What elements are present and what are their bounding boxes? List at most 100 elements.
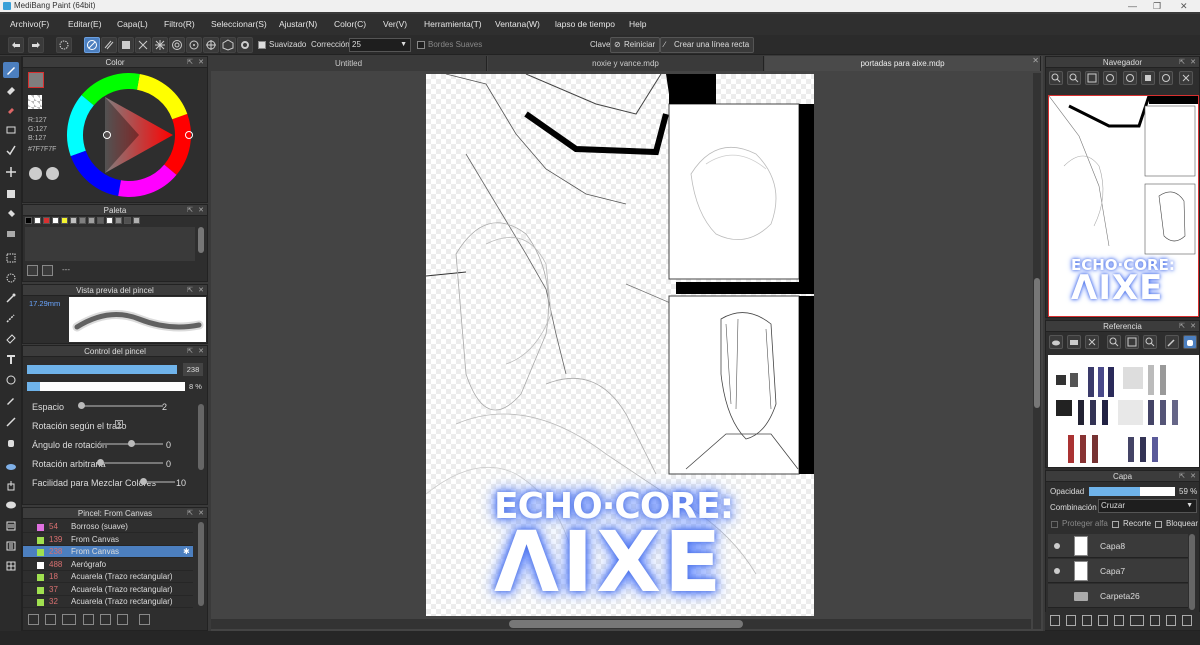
ellipse-select-tool[interactable]	[3, 270, 19, 286]
palette-swatch[interactable]	[133, 217, 140, 224]
trash-icon[interactable]	[42, 265, 53, 276]
close-reference-button[interactable]	[1085, 335, 1099, 349]
ref-fit-button[interactable]	[1125, 335, 1139, 349]
rotation-angle-handle[interactable]	[128, 440, 135, 447]
layer-list-scrollbar[interactable]	[1189, 534, 1195, 610]
gear-icon[interactable]: ✱	[183, 546, 190, 558]
visibility-icon[interactable]	[1054, 543, 1060, 549]
brush-size-slider[interactable]	[27, 365, 177, 374]
copy-brush-icon[interactable]	[117, 614, 128, 625]
minimize-button[interactable]: —	[1128, 0, 1137, 12]
close-panel-icon[interactable]: ✕	[198, 205, 204, 216]
palette-swatch[interactable]	[70, 217, 77, 224]
clipping-checkbox[interactable]	[1112, 521, 1119, 528]
share-tool[interactable]	[3, 478, 19, 494]
cloud-tool[interactable]	[3, 458, 19, 474]
close-panel-icon[interactable]: ✕	[198, 346, 204, 357]
spacing-slider[interactable]	[81, 405, 163, 407]
visibility-icon[interactable]	[1054, 568, 1060, 574]
spacing-handle[interactable]	[78, 402, 85, 409]
snap-parallel-button[interactable]	[101, 37, 117, 53]
palette-swatch[interactable]	[97, 217, 104, 224]
actual-size-button[interactable]	[1103, 71, 1117, 85]
popout-icon[interactable]: ⇱	[187, 205, 193, 216]
flip-button[interactable]	[1141, 71, 1155, 85]
palette-swatch[interactable]	[88, 217, 95, 224]
palette-swatch[interactable]	[106, 217, 113, 224]
ref-hand-button[interactable]	[1183, 335, 1197, 349]
undo-button[interactable]	[8, 37, 24, 53]
menu-archivo[interactable]: Archivo(F)	[10, 14, 49, 35]
menu-herramienta[interactable]: Herramienta(T)	[424, 14, 482, 35]
text-tool[interactable]	[3, 352, 19, 368]
zoom-out-button[interactable]	[1067, 71, 1081, 85]
duplicate-layer-icon[interactable]	[1166, 615, 1176, 626]
new-halftone-layer-icon[interactable]	[1066, 615, 1076, 626]
layer-opacity-slider[interactable]	[1089, 487, 1175, 496]
palette-swatch[interactable]	[115, 217, 122, 224]
close-panel-icon[interactable]: ✕	[1190, 321, 1196, 332]
random-rotation-slider[interactable]	[99, 462, 163, 464]
palette-icon[interactable]	[29, 167, 42, 180]
popout-icon[interactable]: ⇱	[187, 346, 193, 357]
reset-button[interactable]: ⊘ Reiniciar	[610, 37, 661, 53]
snap-curve-button[interactable]	[186, 37, 202, 53]
ref-zoom-out-button[interactable]	[1143, 335, 1157, 349]
select-pen-tool[interactable]	[3, 310, 19, 326]
rotation-follow-checkbox[interactable]: ✕	[115, 420, 123, 428]
panel-tool[interactable]	[3, 538, 19, 554]
eyedropper-tool[interactable]	[3, 392, 19, 408]
color-wheel[interactable]	[63, 69, 195, 201]
menu-editar[interactable]: Editar(E)	[68, 14, 102, 35]
brush-item[interactable]: 139 From Canvas	[23, 534, 193, 546]
horizontal-scrollbar[interactable]	[211, 619, 1031, 629]
folder-icon[interactable]	[100, 614, 111, 625]
popout-icon[interactable]: ⇱	[1179, 321, 1185, 332]
foreground-color-swatch[interactable]	[28, 72, 44, 88]
palette-scrollbar[interactable]	[198, 227, 204, 253]
palette-swatch[interactable]	[25, 217, 32, 224]
cloud-reference-button[interactable]	[1049, 335, 1063, 349]
snap-vanishing-button[interactable]	[203, 37, 219, 53]
menu-color[interactable]: Color(C)	[334, 14, 366, 35]
dot-eraser-tool[interactable]	[3, 102, 19, 118]
brush-item[interactable]: 488 Aerógrafo	[23, 559, 193, 571]
popout-icon[interactable]: ⇱	[187, 57, 193, 68]
hand-tool[interactable]	[3, 434, 19, 450]
maximize-button[interactable]: ❐	[1153, 0, 1161, 12]
tab-noxie-vance[interactable]: noxie y vance.mdp	[488, 56, 764, 71]
layer-row[interactable]: Capa8	[1048, 534, 1188, 558]
vertical-scroll-thumb[interactable]	[1034, 278, 1040, 408]
grid-panel-tool[interactable]	[3, 558, 19, 574]
close-button[interactable]: ✕	[1180, 0, 1188, 12]
close-panel-icon[interactable]: ✕	[198, 508, 204, 519]
brush-item[interactable]: 238 From Canvas ✱	[23, 546, 193, 558]
ref-zoom-in-button[interactable]	[1107, 335, 1121, 349]
rect-select-tool[interactable]	[3, 122, 19, 138]
tab-untitled[interactable]: Untitled	[211, 56, 487, 71]
cloud-brush-icon[interactable]	[28, 614, 39, 625]
ref-eyedropper-button[interactable]	[1165, 335, 1179, 349]
brush-list-scrollbar[interactable]	[198, 522, 204, 606]
folder-row[interactable]: Carpeta26	[1048, 584, 1188, 608]
snap-off-button[interactable]	[84, 37, 100, 53]
brush-item[interactable]: 54 Borroso (suave)	[23, 521, 193, 533]
brush-opacity-slider[interactable]	[27, 382, 185, 391]
transparent-color-swatch[interactable]	[28, 95, 42, 109]
brush-item[interactable]: 37 Acuarela (Trazo rectangular)	[23, 584, 193, 596]
divide-tool[interactable]	[3, 414, 19, 430]
lasso-tool[interactable]	[3, 250, 19, 266]
color-mix-handle[interactable]	[140, 478, 147, 485]
material-tool[interactable]	[3, 518, 19, 534]
snap-radial-button[interactable]	[135, 37, 151, 53]
tab-portadas-aixe[interactable]: portadas para aixe.mdp	[765, 56, 1041, 71]
new-8bit-layer-icon[interactable]	[1082, 615, 1092, 626]
menu-ventana[interactable]: Ventana(W)	[495, 14, 540, 35]
menu-ajustar[interactable]: Ajustar(N)	[279, 14, 317, 35]
close-panel-icon[interactable]: ✕	[1190, 471, 1196, 482]
rotate-left-button[interactable]	[1123, 71, 1137, 85]
select-eraser-tool[interactable]	[3, 330, 19, 346]
lock-checkbox[interactable]	[1155, 521, 1162, 528]
menu-filtro[interactable]: Filtro(R)	[164, 14, 195, 35]
merge-layer-icon[interactable]	[1182, 615, 1192, 626]
